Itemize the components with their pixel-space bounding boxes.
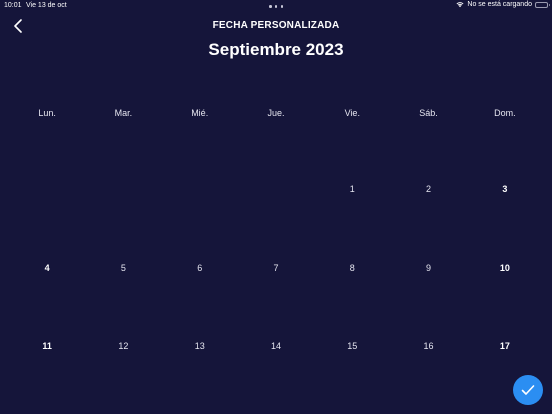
day-cell[interactable]: 10 (467, 229, 543, 308)
day-cell[interactable]: 17 (467, 307, 543, 386)
battery-icon (535, 1, 550, 8)
status-time: 10:01 (4, 2, 22, 9)
day-cell[interactable]: 8 (314, 229, 390, 308)
day-cell[interactable]: 5 (85, 229, 161, 308)
charging-status: No se está cargando (467, 1, 532, 8)
weekday-label: Jue. (267, 108, 285, 118)
wifi-icon (456, 2, 464, 8)
weekday-label: Dom. (494, 108, 516, 118)
day-cell[interactable]: 7 (238, 229, 314, 308)
page-title: FECHA PERSONALIZADA (212, 20, 340, 31)
weekday-label: Lun. (38, 108, 56, 118)
day-cell[interactable]: 6 (162, 229, 238, 308)
day-cell[interactable]: 14 (238, 307, 314, 386)
day-cell[interactable]: 11 (9, 307, 85, 386)
status-date: Vie 13 de oct (26, 2, 67, 9)
weekday-header-row: Lun. Mar. Mié. Jue. Vie. Sáb. Dom. (9, 108, 543, 118)
multitasking-dots-icon[interactable] (269, 5, 283, 8)
confirm-button[interactable] (513, 375, 543, 405)
weekday-label: Sáb. (419, 108, 438, 118)
day-cell[interactable]: 12 (85, 307, 161, 386)
status-bar: 10:01 Vie 13 de oct No se está cargando (0, 0, 552, 12)
day-cell[interactable]: 15 (314, 307, 390, 386)
day-cell[interactable]: 4 (9, 229, 85, 308)
day-cell[interactable]: 1 (314, 150, 390, 229)
weekday-label: Mié. (191, 108, 209, 118)
day-cell[interactable]: 3 (467, 150, 543, 229)
day-cell[interactable]: 9 (390, 229, 466, 308)
empty-day-cell (162, 150, 238, 229)
calendar-grid: 1 2 3 4 5 6 7 8 9 10 11 12 13 14 15 16 1… (9, 150, 543, 386)
weekday-label: Vie. (344, 108, 360, 118)
month-title: Septiembre 2023 (208, 40, 344, 59)
empty-day-cell (238, 150, 314, 229)
day-cell[interactable]: 16 (390, 307, 466, 386)
day-cell[interactable]: 2 (390, 150, 466, 229)
checkmark-icon (521, 385, 535, 395)
empty-day-cell (9, 150, 85, 229)
weekday-label: Mar. (114, 108, 133, 118)
status-indicators: No se está cargando (456, 1, 550, 8)
day-cell[interactable]: 13 (162, 307, 238, 386)
empty-day-cell (85, 150, 161, 229)
